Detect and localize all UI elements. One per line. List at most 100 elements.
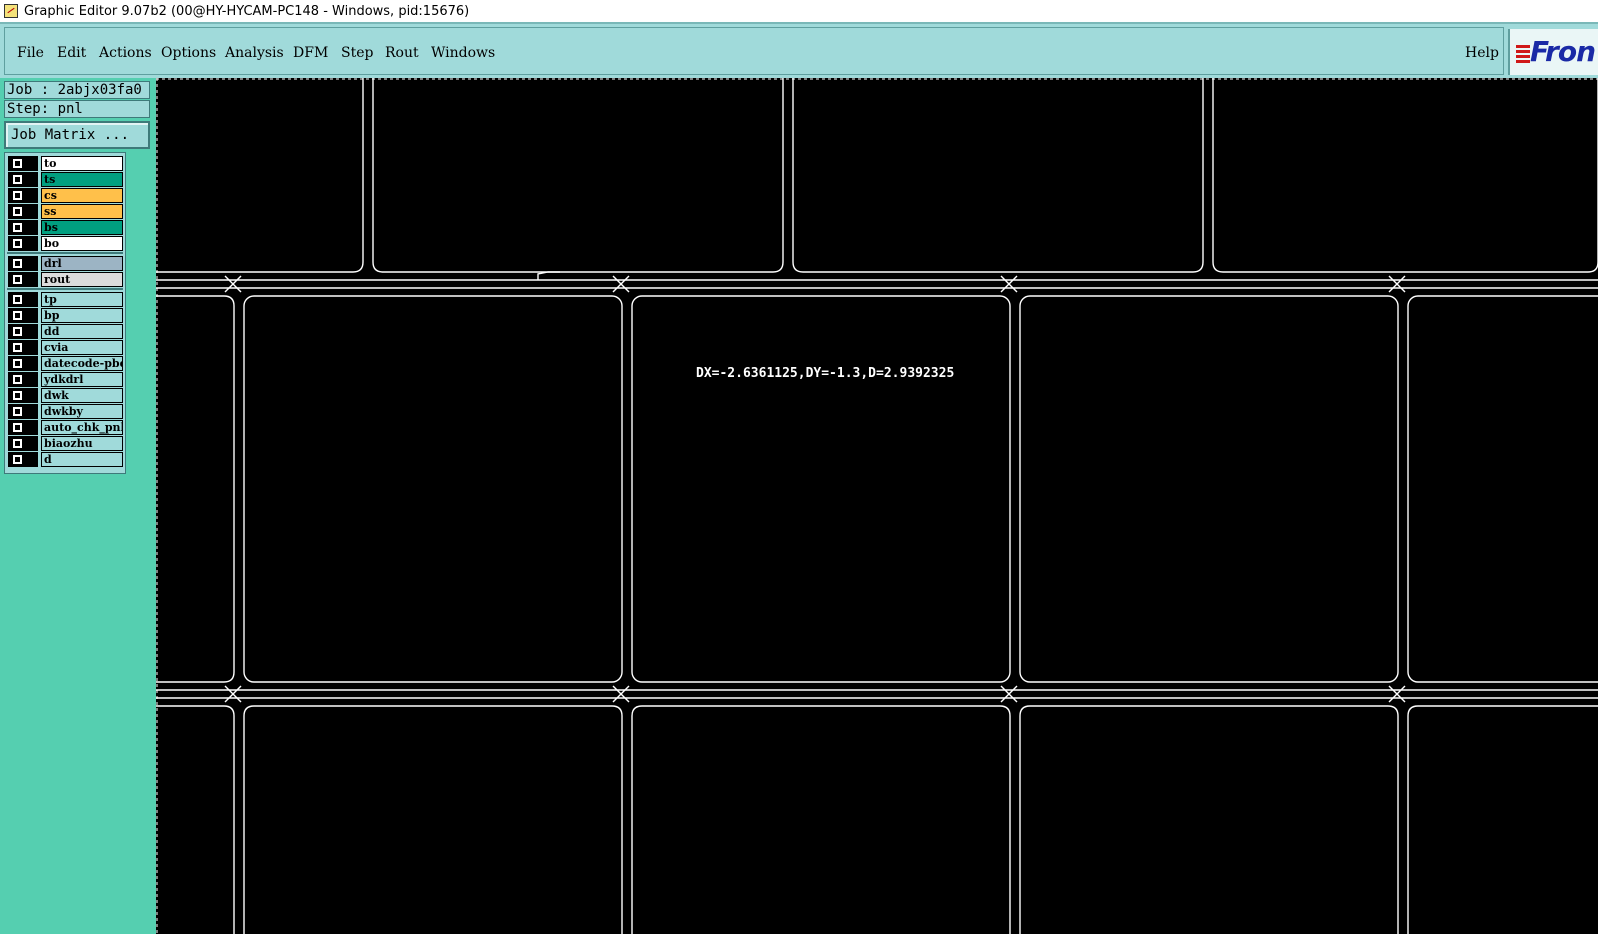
layer-row-biaozhu[interactable]: biaozhu xyxy=(8,436,123,451)
panel-outline-drawing xyxy=(156,78,1598,934)
layer-name[interactable]: d xyxy=(41,452,123,467)
layer-name[interactable]: bo xyxy=(41,236,123,251)
board-outline xyxy=(156,295,235,683)
layer-checkbox-icon[interactable] xyxy=(8,404,38,419)
menu-analysis[interactable]: Analysis xyxy=(225,45,284,61)
app-icon xyxy=(4,4,18,18)
logo-stripes-icon xyxy=(1516,45,1530,63)
layer-name[interactable]: to xyxy=(41,156,123,171)
layer-name[interactable]: tp xyxy=(41,292,123,307)
board-outline xyxy=(631,705,1011,934)
layer-name[interactable]: cs xyxy=(41,188,123,203)
layer-row-bp[interactable]: bp xyxy=(8,308,123,323)
menu-options[interactable]: Options xyxy=(161,45,216,61)
layer-checkbox-icon[interactable] xyxy=(8,272,38,287)
measure-ruler xyxy=(537,271,560,280)
layer-row-datecode-pbe[interactable]: datecode-pbe xyxy=(8,356,123,371)
menu-rout[interactable]: Rout xyxy=(385,45,419,61)
layer-name[interactable]: drl xyxy=(41,256,123,271)
layer-checkbox-icon[interactable] xyxy=(8,172,38,187)
layer-list: to ts cs ss bs bo drl rout tp bp dd cvia datecode-pb… xyxy=(4,152,126,474)
layer-checkbox-icon[interactable] xyxy=(8,420,38,435)
step-label: Step: pnl xyxy=(4,100,150,118)
board-outline xyxy=(243,295,623,683)
board-outline xyxy=(1407,705,1598,934)
layer-name[interactable]: cvia xyxy=(41,340,123,355)
layer-checkbox-icon[interactable] xyxy=(8,372,38,387)
board-outline xyxy=(372,78,784,273)
menu-step[interactable]: Step xyxy=(341,45,373,61)
layer-row-dd[interactable]: dd xyxy=(8,324,123,339)
board-outline xyxy=(1019,705,1399,934)
layer-row-drl[interactable]: drl xyxy=(8,256,123,271)
layer-checkbox-icon[interactable] xyxy=(8,156,38,171)
layer-row-dwkby[interactable]: dwkby xyxy=(8,404,123,419)
left-panel: Job : 2abjx03fa0 Step: pnl Job Matrix ..… xyxy=(0,78,156,934)
layer-row-bo[interactable]: bo xyxy=(8,236,123,251)
board-outline xyxy=(156,78,364,273)
layer-name[interactable]: dd xyxy=(41,324,123,339)
layer-name[interactable]: ts xyxy=(41,172,123,187)
job-label: Job : 2abjx03fa0 xyxy=(4,81,150,99)
job-matrix-button[interactable]: Job Matrix ... xyxy=(4,121,150,149)
menu-bar: File Edit Actions Options Analysis DFM S… xyxy=(0,22,1598,78)
window-title: Graphic Editor 9.07b2 (00@HY-HYCAM-PC148… xyxy=(24,3,470,19)
menu-actions[interactable]: Actions xyxy=(99,45,152,61)
menu-help[interactable]: Help xyxy=(1465,45,1499,61)
layer-checkbox-icon[interactable] xyxy=(8,388,38,403)
title-bar: Graphic Editor 9.07b2 (00@HY-HYCAM-PC148… xyxy=(0,0,1598,22)
menu-frame: File Edit Actions Options Analysis DFM S… xyxy=(4,27,1504,75)
layer-checkbox-icon[interactable] xyxy=(8,356,38,371)
layer-row-tp[interactable]: tp xyxy=(8,292,123,307)
menu-file[interactable]: File xyxy=(17,45,44,61)
frontline-logo: Fron xyxy=(1508,29,1598,75)
layer-name[interactable]: dwk xyxy=(41,388,123,403)
board-outline xyxy=(631,295,1011,683)
layer-checkbox-icon[interactable] xyxy=(8,220,38,235)
board-outline xyxy=(156,705,235,934)
layer-row-ts[interactable]: ts xyxy=(8,172,123,187)
board-outline xyxy=(792,78,1204,273)
measurement-readout: DX=-2.6361125,DY=-1.3,D=2.9392325 xyxy=(696,366,955,381)
layer-checkbox-icon[interactable] xyxy=(8,256,38,271)
layer-row-rout[interactable]: rout xyxy=(8,272,123,287)
layer-row-dwk[interactable]: dwk xyxy=(8,388,123,403)
layer-checkbox-icon[interactable] xyxy=(8,452,38,467)
layer-checkbox-icon[interactable] xyxy=(8,324,38,339)
layer-row-ss[interactable]: ss xyxy=(8,204,123,219)
layer-name[interactable]: dwkby xyxy=(41,404,123,419)
layer-name[interactable]: biaozhu xyxy=(41,436,123,451)
board-outline xyxy=(1212,78,1598,273)
layer-name[interactable]: bs xyxy=(41,220,123,235)
layer-row-cvia[interactable]: cvia xyxy=(8,340,123,355)
layer-checkbox-icon[interactable] xyxy=(8,236,38,251)
layer-checkbox-icon[interactable] xyxy=(8,292,38,307)
menu-windows[interactable]: Windows xyxy=(431,45,495,61)
board-outline xyxy=(1019,295,1399,683)
board-outline xyxy=(243,705,623,934)
layer-row-bs[interactable]: bs xyxy=(8,220,123,235)
board-outline xyxy=(1407,295,1598,683)
menu-edit[interactable]: Edit xyxy=(57,45,86,61)
layer-checkbox-icon[interactable] xyxy=(8,436,38,451)
graphic-canvas[interactable]: DX=-2.6361125,DY=-1.3,D=2.9392325 xyxy=(156,78,1598,934)
layer-checkbox-icon[interactable] xyxy=(8,308,38,323)
layer-name[interactable]: rout xyxy=(41,272,123,287)
layer-group-divider xyxy=(7,252,123,254)
layer-row-d[interactable]: d xyxy=(8,452,123,467)
layer-name[interactable]: bp xyxy=(41,308,123,323)
layer-checkbox-icon[interactable] xyxy=(8,188,38,203)
layer-group-divider xyxy=(7,288,123,290)
layer-row-cs[interactable]: cs xyxy=(8,188,123,203)
menu-dfm[interactable]: DFM xyxy=(293,45,328,61)
layer-checkbox-icon[interactable] xyxy=(8,340,38,355)
layer-name[interactable]: auto_chk_pnl xyxy=(41,420,123,435)
layer-name[interactable]: ydkdrl xyxy=(41,372,123,387)
layer-row-to[interactable]: to xyxy=(8,156,123,171)
layer-name[interactable]: ss xyxy=(41,204,123,219)
logo-text: Fron xyxy=(1530,35,1596,68)
layer-checkbox-icon[interactable] xyxy=(8,204,38,219)
layer-row-auto_chk_pnl[interactable]: auto_chk_pnl xyxy=(8,420,123,435)
layer-row-ydkdrl[interactable]: ydkdrl xyxy=(8,372,123,387)
layer-name[interactable]: datecode-pbe xyxy=(41,356,123,371)
